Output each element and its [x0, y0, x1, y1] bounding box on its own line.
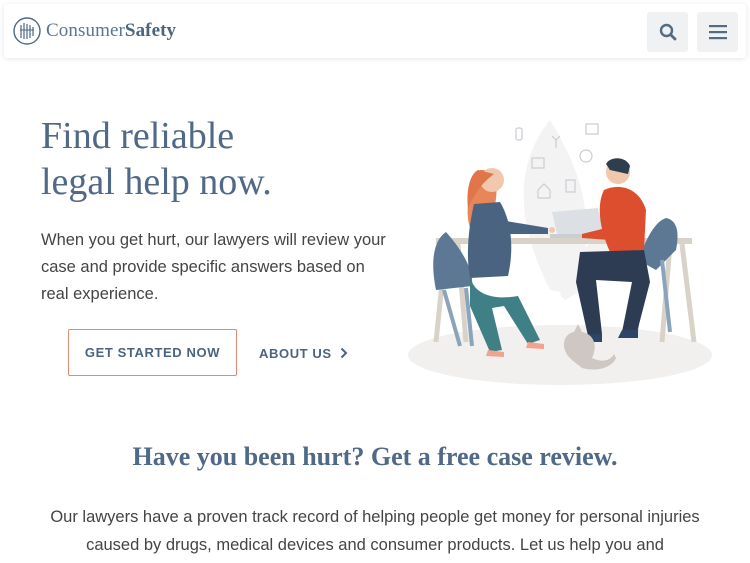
logo-text-safety: Safety — [124, 20, 177, 41]
section-description: Our lawyers have a proven track record o… — [50, 508, 700, 554]
logo-wordmark: ConsumerSafety — [46, 20, 176, 42]
about-us-link[interactable]: ABOUT US — [259, 343, 348, 363]
site-header: ConsumerSafety — [4, 4, 746, 58]
section-title: Have you been hurt? Get a free case revi… — [132, 442, 618, 471]
search-icon — [659, 23, 676, 41]
get-started-button[interactable]: GET STARTED NOW — [68, 329, 237, 376]
hero-title: Find reliable legal help now. — [41, 113, 401, 205]
site-logo[interactable]: ConsumerSafety — [12, 16, 176, 46]
hamburger-menu-icon — [708, 25, 727, 40]
chevron-right-icon — [340, 347, 348, 359]
hero-title-line2: legal help now. — [41, 161, 272, 203]
hero-description: When you get hurt, our lawyers will revi… — [41, 231, 386, 303]
about-us-label: ABOUT US — [259, 345, 332, 361]
logo-icon — [13, 17, 41, 45]
hero-illustration — [408, 120, 712, 385]
menu-button[interactable] — [697, 12, 738, 52]
logo-text-consumer: Consumer — [46, 20, 125, 41]
search-button[interactable] — [647, 12, 688, 52]
hero-title-line1: Find reliable — [41, 115, 235, 157]
